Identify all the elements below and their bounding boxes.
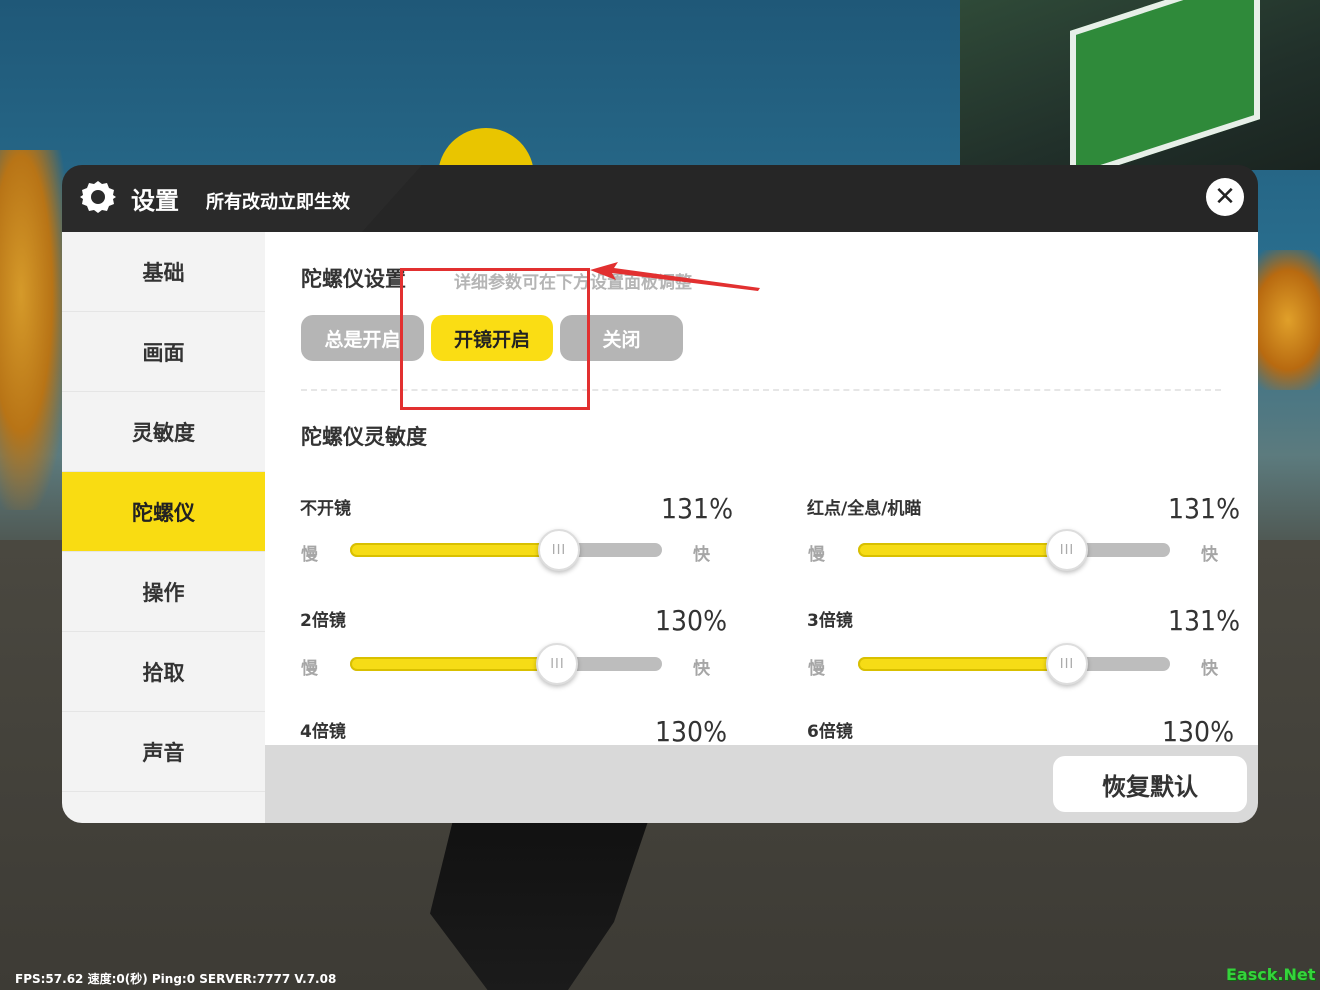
settings-footer: 恢复默认	[265, 745, 1258, 823]
settings-title: 设置	[131, 187, 179, 215]
slider-track-2x[interactable]: III	[350, 643, 662, 685]
slider-fill	[858, 543, 1068, 557]
settings-header: 设置 所有改动立即生效 ✕	[62, 165, 1258, 232]
slow-label: 慢	[301, 545, 318, 565]
slider-thumb[interactable]: III	[538, 529, 581, 571]
slider-thumb[interactable]: III	[536, 643, 579, 685]
sidebar-item-gyroscope[interactable]: 陀螺仪	[62, 472, 265, 552]
sidebar-item-basic[interactable]: 基础	[62, 232, 265, 312]
slider-fill	[350, 543, 560, 557]
slow-label: 慢	[808, 545, 825, 565]
gyro-sensitivity-title: 陀螺仪灵敏度	[301, 425, 427, 449]
slider-value-2x: 130%	[655, 604, 728, 637]
fast-label: 快	[1201, 659, 1218, 679]
watermark: Easck.Net	[1226, 965, 1316, 984]
slider-label-no-scope: 不开镜	[300, 499, 351, 519]
sidebar-item-sensitivity[interactable]: 灵敏度	[62, 392, 265, 472]
gyro-settings-title: 陀螺仪设置	[301, 267, 406, 291]
sidebar-item-sound[interactable]: 声音	[62, 712, 265, 792]
slow-label: 慢	[808, 659, 825, 679]
fast-label: 快	[1201, 545, 1218, 565]
slider-value-red-dot: 131%	[1168, 492, 1241, 525]
fast-label: 快	[693, 545, 710, 565]
game-background-tree	[0, 150, 70, 510]
slider-track-no-scope[interactable]: III	[350, 529, 662, 571]
sidebar-item-pickup[interactable]: 拾取	[62, 632, 265, 712]
annotation-arrow-icon	[590, 262, 760, 291]
status-bar: FPS:57.62 速度:0(秒) Ping:0 SERVER:7777 V.7…	[15, 972, 337, 986]
slider-fill	[350, 657, 558, 671]
slider-label-2x: 2倍镜	[300, 611, 346, 631]
slider-fill	[858, 657, 1068, 671]
settings-subtitle: 所有改动立即生效	[206, 192, 350, 213]
slider-label-red-dot: 红点/全息/机瞄	[807, 499, 922, 519]
slider-value-6x: 130%	[1162, 715, 1235, 745]
slow-label: 慢	[301, 659, 318, 679]
slider-track-red-dot[interactable]: III	[858, 529, 1170, 571]
slider-track-3x[interactable]: III	[858, 643, 1170, 685]
slider-label-6x: 6倍镜	[807, 722, 853, 742]
sidebar-item-controls[interactable]: 操作	[62, 552, 265, 632]
slider-value-no-scope: 131%	[661, 492, 734, 525]
close-button[interactable]: ✕	[1206, 178, 1244, 216]
gear-icon	[80, 181, 116, 213]
reset-default-button[interactable]: 恢复默认	[1053, 756, 1247, 812]
sidebar-item-graphics[interactable]: 画面	[62, 312, 265, 392]
slider-label-3x: 3倍镜	[807, 611, 853, 631]
annotation-highlight-box	[400, 268, 590, 410]
close-icon: ✕	[1214, 182, 1236, 212]
slider-thumb[interactable]: III	[1046, 529, 1089, 571]
slider-label-4x: 4倍镜	[300, 722, 346, 742]
header-decoration	[362, 165, 1258, 232]
slider-thumb[interactable]: III	[1046, 643, 1089, 685]
fast-label: 快	[693, 659, 710, 679]
settings-sidebar: 基础 画面 灵敏度 陀螺仪 操作 拾取 声音	[62, 232, 265, 823]
slider-value-4x: 130%	[655, 715, 728, 745]
slider-value-3x: 131%	[1168, 604, 1241, 637]
